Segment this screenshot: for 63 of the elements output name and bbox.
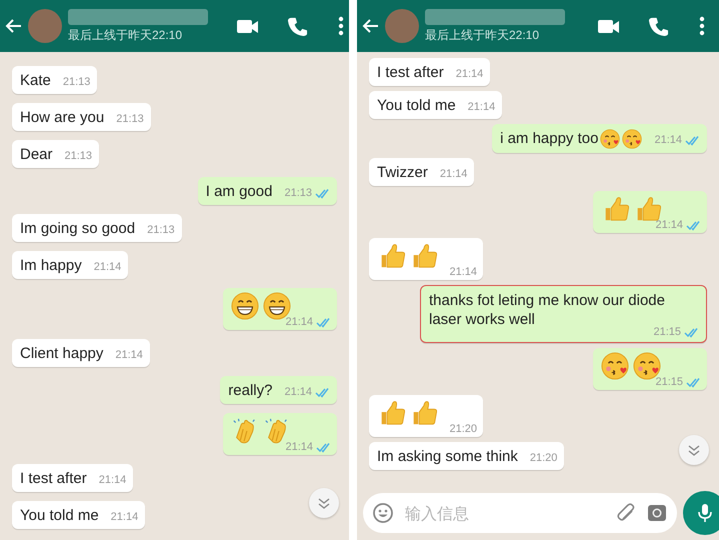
message-text: Im happy xyxy=(20,257,82,274)
message-text: I test after xyxy=(20,470,87,487)
message-time: 21:14 xyxy=(449,266,477,278)
message-time: 21:14 xyxy=(94,261,122,273)
text-input[interactable]: 输入信息 xyxy=(403,502,607,524)
kissing-face-icon xyxy=(600,129,620,150)
phone-icon[interactable] xyxy=(648,16,669,36)
message-time: 21:14 xyxy=(468,101,496,113)
message-text: How are you xyxy=(20,109,104,126)
message-time: 21:15 xyxy=(653,326,681,338)
back-arrow-icon[interactable] xyxy=(4,17,22,35)
paperclip-icon[interactable] xyxy=(617,503,637,523)
message-time: 21:20 xyxy=(449,423,477,436)
phone-icon[interactable] xyxy=(287,16,308,36)
message-text: Kate xyxy=(20,72,51,89)
double-chevron-icon xyxy=(318,498,330,508)
microphone-button[interactable] xyxy=(683,491,719,535)
message-text: really? xyxy=(228,382,272,399)
message-text: Twizzer xyxy=(377,164,428,182)
message-text: Im going so good xyxy=(20,220,136,237)
double-chevron-icon xyxy=(688,444,700,456)
scroll-down-button[interactable] xyxy=(309,488,339,518)
message-time: 21:14 xyxy=(115,349,143,361)
message-time: 21:15 xyxy=(655,376,683,388)
back-arrow-icon[interactable] xyxy=(361,17,379,35)
message-text: You told me xyxy=(377,97,456,114)
message-input-field[interactable]: 输入信息 xyxy=(363,493,677,533)
message-text: Im asking some think xyxy=(377,448,518,466)
message-time: 21:13 xyxy=(116,113,144,125)
message-time: 21:14 xyxy=(285,441,313,453)
message-time: 21:13 xyxy=(62,76,90,88)
more-options-icon[interactable] xyxy=(338,16,344,36)
message-time: 21:13 xyxy=(147,224,175,236)
message-time: 21:14 xyxy=(654,134,682,146)
message-text: i am happy too xyxy=(500,130,598,147)
avatar-circle xyxy=(385,9,419,43)
message-text: I test after xyxy=(377,64,444,81)
camera-icon[interactable] xyxy=(647,503,667,523)
message-text: Dear xyxy=(20,146,53,163)
last-seen-text: 最后上线于昨天22:10 xyxy=(425,26,540,44)
kissing-face-icon xyxy=(622,129,642,150)
message-time: 21:20 xyxy=(530,452,558,464)
more-options-icon[interactable] xyxy=(699,16,705,36)
message-time: 21:13 xyxy=(64,150,92,162)
message-time: 21:14 xyxy=(285,316,313,328)
message-time: 21:14 xyxy=(284,386,312,398)
message-time: 21:14 xyxy=(440,168,468,180)
message-text: Client happy xyxy=(20,345,104,362)
message-time: 21:13 xyxy=(284,187,312,199)
kissing-face-icon xyxy=(601,352,629,380)
scroll-down-button[interactable] xyxy=(679,435,709,465)
message-text: I am good xyxy=(206,183,272,200)
message-time: 21:14 xyxy=(456,68,484,80)
last-seen-text: 最后上线于昨天22:10 xyxy=(68,26,184,44)
avatar-circle xyxy=(28,9,62,43)
message-time: 21:14 xyxy=(110,511,138,523)
message-text: thanks fot leting me know our diode laser works well xyxy=(429,291,665,328)
microphone-icon xyxy=(696,503,714,523)
message-time: 21:14 xyxy=(98,474,126,486)
message-time: 21:14 xyxy=(655,219,683,232)
message-text: You told me xyxy=(20,507,99,524)
emoji-icon[interactable] xyxy=(373,503,393,523)
grinning-face-icon xyxy=(231,292,259,320)
